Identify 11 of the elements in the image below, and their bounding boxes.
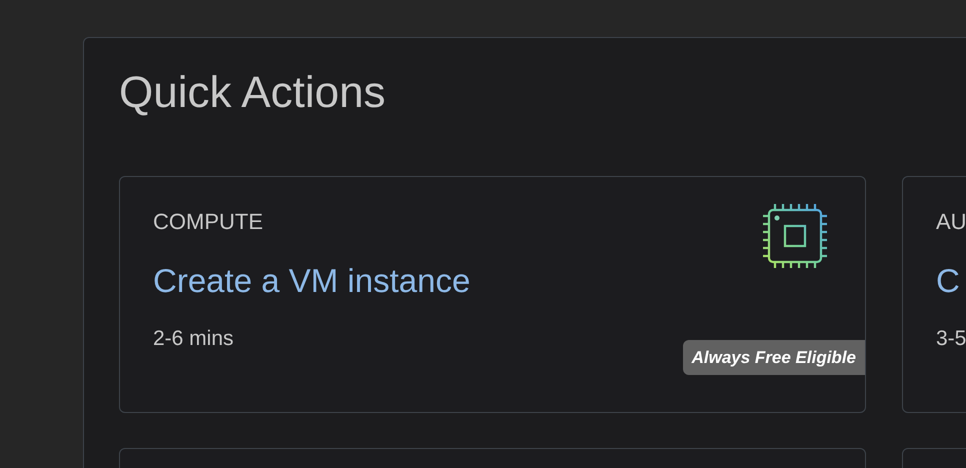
action-title[interactable]: Create a VM instance	[153, 264, 470, 297]
action-card[interactable]: AU C 3-5	[902, 176, 966, 413]
category-label: COMPUTE	[153, 211, 263, 233]
free-badge: Always Free Eligible	[682, 340, 865, 375]
panel-title: Quick Actions	[119, 71, 386, 115]
duration-text: 3-5	[936, 328, 966, 349]
action-title[interactable]: C	[936, 264, 960, 297]
action-card[interactable]: COMPUTE Create a VM instance 2-6 mins Always Free Eligible	[119, 176, 866, 413]
category-label: AU	[936, 211, 966, 233]
chip-icon	[762, 203, 828, 269]
duration-text: 2-6 mins	[153, 328, 234, 349]
